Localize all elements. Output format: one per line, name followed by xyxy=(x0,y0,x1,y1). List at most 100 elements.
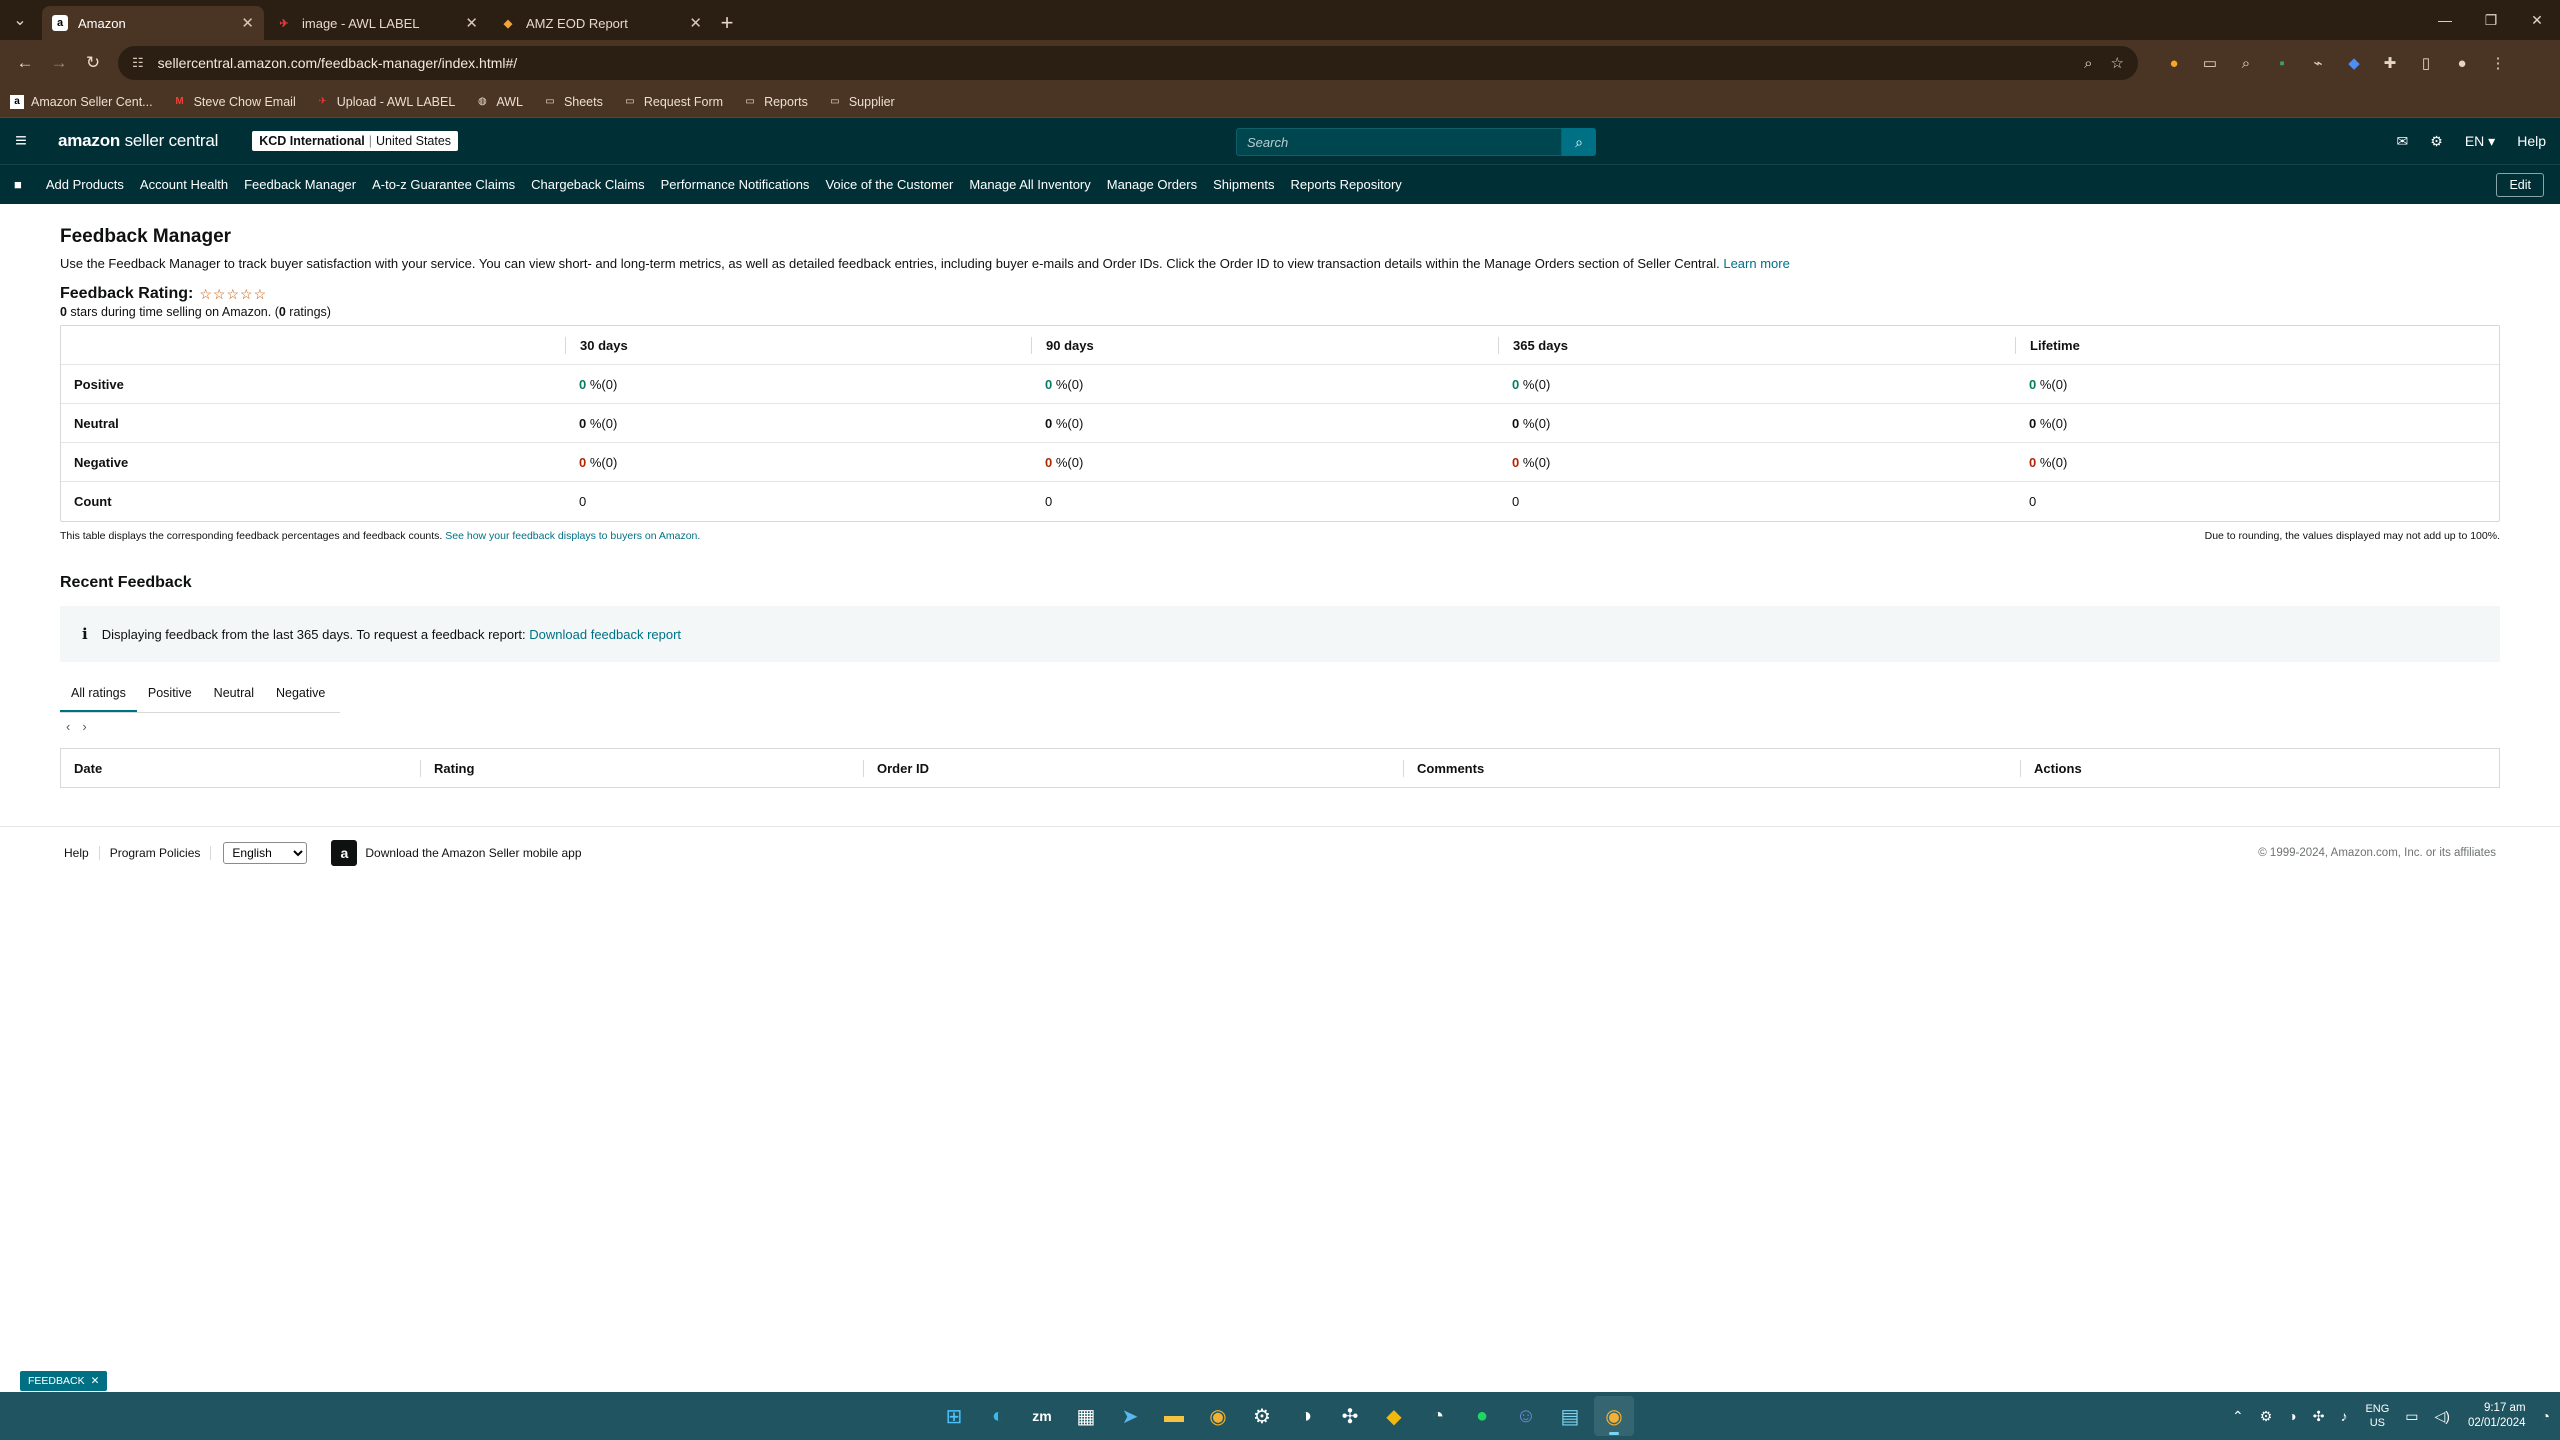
help-link[interactable]: Help xyxy=(2517,133,2546,149)
url-text[interactable]: sellercentral.amazon.com/feedback-manage… xyxy=(158,55,2066,71)
tab-neutral[interactable]: Neutral xyxy=(203,678,265,712)
bookmark-folder[interactable]: ▭ Request Form xyxy=(623,95,723,109)
extension-icon[interactable]: ▭ xyxy=(2192,46,2228,80)
bookmark-folder[interactable]: ▭ Supplier xyxy=(828,95,895,109)
bookmark-icon[interactable]: ■ xyxy=(14,177,22,192)
chevron-right-icon[interactable]: › xyxy=(82,719,86,734)
bookmark-item[interactable]: M Steve Chow Email xyxy=(173,95,295,109)
browser-tab-amz-eod[interactable]: ◆ AMZ EOD Report ✕ xyxy=(490,6,712,40)
bookmark-folder[interactable]: ▭ Reports xyxy=(743,95,808,109)
new-tab-button[interactable]: + xyxy=(712,6,742,40)
nav-a-to-z-claims[interactable]: A-to-z Guarantee Claims xyxy=(372,177,515,192)
extension-icon[interactable]: ⌁ xyxy=(2300,46,2336,80)
tab-all-ratings[interactable]: All ratings xyxy=(60,678,137,712)
column-header-date[interactable]: Date xyxy=(61,760,420,777)
tab-search-icon[interactable]: ⌄ xyxy=(0,0,40,40)
edge-icon[interactable]: ◐ xyxy=(978,1396,1018,1436)
column-header-actions[interactable]: Actions xyxy=(2020,759,2499,777)
side-panel-icon[interactable]: ▯ xyxy=(2408,46,2444,80)
gear-icon[interactable]: ⚙ xyxy=(2430,133,2443,150)
calculator-icon[interactable]: ▦ xyxy=(1066,1396,1106,1436)
close-icon[interactable]: ✕ xyxy=(241,14,254,32)
close-icon[interactable]: ✕ xyxy=(465,14,478,32)
close-window-icon[interactable]: ✕ xyxy=(2514,0,2560,40)
nav-feedback-manager[interactable]: Feedback Manager xyxy=(244,177,356,192)
account-switcher[interactable]: KCD International | United States xyxy=(252,131,459,151)
steam-icon[interactable]: ⚙ xyxy=(1242,1396,1282,1436)
app-tray-icon[interactable]: ◑ xyxy=(2288,1408,2296,1424)
bookmark-item[interactable]: a Amazon Seller Cent... xyxy=(10,94,153,109)
zoom-icon[interactable]: ⌕ xyxy=(2084,55,2092,72)
edit-nav-button[interactable]: Edit xyxy=(2496,173,2544,197)
zoom-app-icon[interactable]: zm xyxy=(1022,1396,1062,1436)
input-language[interactable]: ENG US xyxy=(2365,1402,2389,1430)
learn-more-link[interactable]: Learn more xyxy=(1723,256,1789,271)
nav-chargeback-claims[interactable]: Chargeback Claims xyxy=(531,177,644,192)
file-explorer-icon[interactable]: ▬ xyxy=(1154,1396,1194,1436)
network-icon[interactable]: ▭ xyxy=(2405,1408,2418,1425)
forward-icon[interactable]: → xyxy=(42,46,76,80)
puzzle-icon[interactable]: ✚ xyxy=(2372,46,2408,80)
steam-tray-icon[interactable]: ⚙ xyxy=(2260,1408,2273,1425)
spotify-icon[interactable]: ● xyxy=(1462,1396,1502,1436)
feedback-display-link[interactable]: See how your feedback displays to buyers… xyxy=(445,530,700,542)
app-icon[interactable]: ◑ xyxy=(1286,1396,1326,1436)
clock-app-icon[interactable]: ◔ xyxy=(1418,1396,1458,1436)
download-app-link[interactable]: Download the Amazon Seller mobile app xyxy=(365,846,581,860)
binance-icon[interactable]: ◆ xyxy=(1374,1396,1414,1436)
clock[interactable]: 9:17 am 02/01/2024 xyxy=(2468,1401,2526,1431)
browser-tab-awl-label[interactable]: ✈ image - AWL LABEL ✕ xyxy=(266,6,488,40)
bookmark-folder[interactable]: ▭ Sheets xyxy=(543,95,603,109)
extension-icon[interactable]: ● xyxy=(2156,46,2192,80)
site-info-icon[interactable]: ☷ xyxy=(132,55,144,71)
footer-help-link[interactable]: Help xyxy=(64,845,100,860)
telegram-icon[interactable]: ➤ xyxy=(1110,1396,1150,1436)
notepad-icon[interactable]: ▤ xyxy=(1550,1396,1590,1436)
language-select[interactable]: English xyxy=(223,841,308,864)
chrome-icon[interactable]: ◉ xyxy=(1198,1396,1238,1436)
column-header-order-id[interactable]: Order ID xyxy=(863,759,1403,777)
mail-icon[interactable]: ✉ xyxy=(2397,133,2409,150)
bookmark-item[interactable]: ◍ AWL xyxy=(475,95,523,109)
nav-account-health[interactable]: Account Health xyxy=(140,177,228,192)
kebab-menu-icon[interactable]: ⋮ xyxy=(2480,46,2516,80)
nav-manage-orders[interactable]: Manage Orders xyxy=(1107,177,1197,192)
notification-bell-icon[interactable]: ◔ xyxy=(2542,1408,2550,1424)
browser-tab-amazon[interactable]: a Amazon ✕ xyxy=(42,6,264,40)
column-header-comments[interactable]: Comments xyxy=(1403,759,2020,777)
program-policies-link[interactable]: Program Policies xyxy=(110,845,212,860)
nav-add-products[interactable]: Add Products xyxy=(46,177,124,192)
seller-central-logo[interactable]: amazon seller central xyxy=(58,131,218,151)
close-icon[interactable]: ✕ xyxy=(91,1375,100,1387)
column-header-rating[interactable]: Rating xyxy=(420,759,863,777)
restore-icon[interactable]: ❐ xyxy=(2468,0,2514,40)
nav-performance-notifications[interactable]: Performance Notifications xyxy=(661,177,810,192)
mic-icon[interactable]: ♪ xyxy=(2340,1408,2347,1424)
address-bar[interactable]: ☷ sellercentral.amazon.com/feedback-mana… xyxy=(118,46,2138,80)
extension-icon[interactable]: ◆ xyxy=(2336,46,2372,80)
language-selector[interactable]: EN ▾ xyxy=(2465,133,2495,150)
puzzle-tray-icon[interactable]: ✣ xyxy=(2313,1408,2325,1425)
chevron-left-icon[interactable]: ‹ xyxy=(66,719,70,734)
tab-negative[interactable]: Negative xyxy=(265,678,336,712)
close-icon[interactable]: ✕ xyxy=(689,14,702,32)
minimize-icon[interactable]: — xyxy=(2422,0,2468,40)
bookmark-item[interactable]: ✈ Upload - AWL LABEL xyxy=(316,95,456,109)
download-report-link[interactable]: Download feedback report xyxy=(529,627,681,642)
chrome-profile-icon[interactable]: ◉ xyxy=(1594,1396,1634,1436)
reload-icon[interactable]: ↻ xyxy=(76,46,110,80)
nav-manage-inventory[interactable]: Manage All Inventory xyxy=(969,177,1090,192)
nav-voice-of-customer[interactable]: Voice of the Customer xyxy=(825,177,953,192)
extension-icon[interactable]: ▪ xyxy=(2264,46,2300,80)
start-icon[interactable]: ⊞ xyxy=(934,1396,974,1436)
discord-icon[interactable]: ☺ xyxy=(1506,1396,1546,1436)
feedback-widget-button[interactable]: FEEDBACK ✕ xyxy=(20,1371,108,1391)
volume-icon[interactable]: ◁) xyxy=(2435,1408,2450,1425)
nav-shipments[interactable]: Shipments xyxy=(1213,177,1274,192)
search-input[interactable] xyxy=(1236,128,1562,156)
extension-icon[interactable]: ⌕ xyxy=(2228,46,2264,80)
bookmark-star-icon[interactable]: ☆ xyxy=(2111,54,2124,72)
profile-icon[interactable]: ● xyxy=(2444,46,2480,80)
puzzle-app-icon[interactable]: ✣ xyxy=(1330,1396,1370,1436)
search-icon[interactable]: ⌕ xyxy=(1562,128,1596,156)
